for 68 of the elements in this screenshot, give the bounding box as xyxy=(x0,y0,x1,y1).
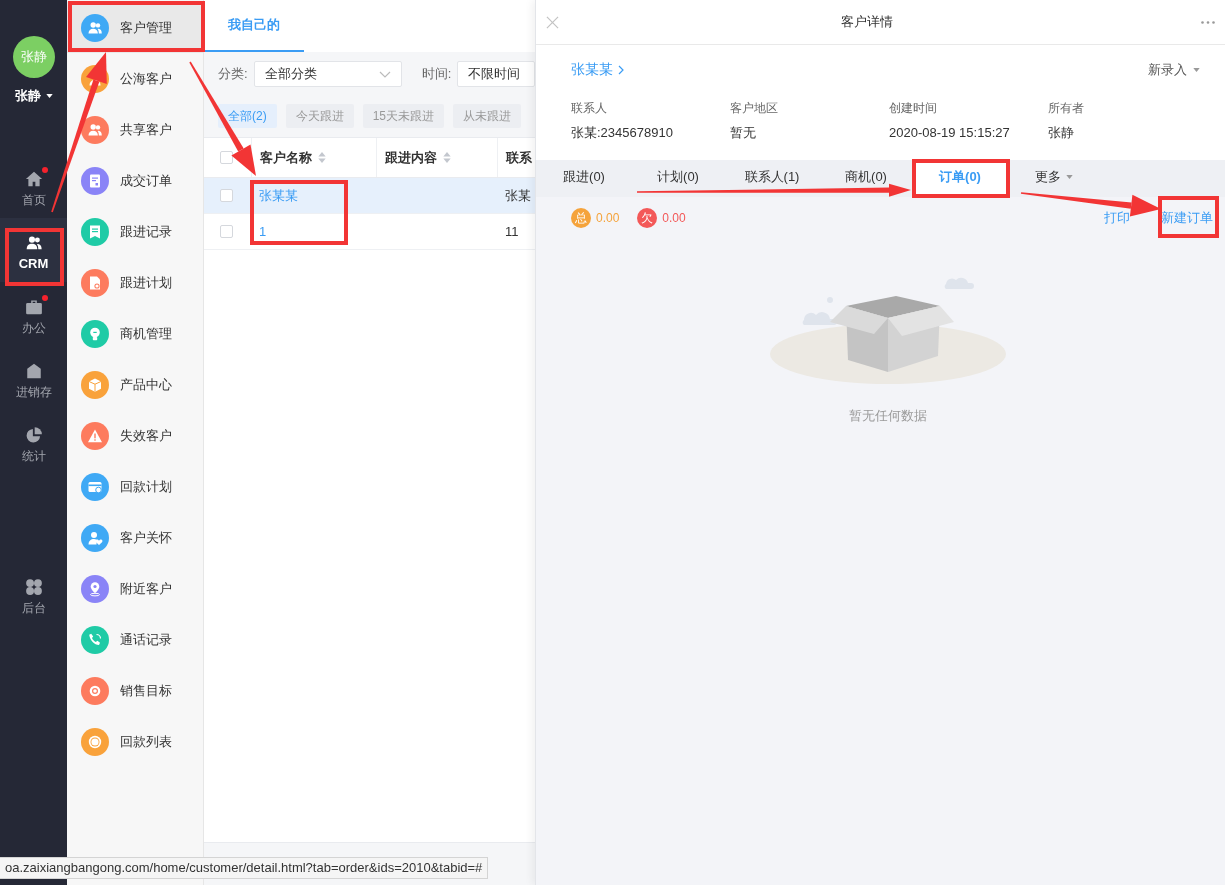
home-icon xyxy=(24,170,43,188)
submenu-item[interactable]: 回款计划 xyxy=(67,461,203,512)
field-label: 客户地区 xyxy=(730,100,778,116)
submenu-item[interactable]: 回款列表 xyxy=(67,716,203,767)
nav-item[interactable]: 首页 xyxy=(0,154,67,218)
close-icon[interactable] xyxy=(546,15,559,29)
more-icon[interactable] xyxy=(1201,20,1215,24)
building-icon xyxy=(24,362,43,380)
checkbox[interactable] xyxy=(220,151,233,164)
caret-icon xyxy=(1193,68,1200,72)
detail-tab[interactable]: 联系人(1) xyxy=(725,160,819,197)
chevron-down-icon xyxy=(378,70,391,78)
field-label: 所有者 xyxy=(1048,100,1084,116)
submenu-item[interactable]: 失效客户 xyxy=(67,410,203,461)
field-value: 暂无 xyxy=(730,125,756,141)
field-label: 创建时间 xyxy=(889,100,937,116)
summary-amount: 0.00 xyxy=(596,211,620,225)
panel-title: 客户详情 xyxy=(841,13,893,31)
submenu-item[interactable]: 产品中心 xyxy=(67,359,203,410)
detail-tab[interactable]: 跟进(0) xyxy=(537,160,631,197)
filter-select[interactable]: 全部分类 xyxy=(253,61,402,87)
table-row[interactable]: 张某某 张某 xyxy=(204,178,535,214)
filter-select[interactable]: 不限时间 xyxy=(457,61,535,87)
summary-amount: 0.00 xyxy=(662,211,686,225)
table-cell: 11 xyxy=(505,224,519,239)
detail-tab[interactable]: 更多 xyxy=(1007,160,1101,197)
people-icon xyxy=(24,234,43,252)
nav-item[interactable]: 进销存 xyxy=(0,346,67,410)
empty-message: 暂无任何数据 xyxy=(848,408,927,424)
submenu-item[interactable]: 附近客户 xyxy=(67,563,203,614)
new-entry-dropdown[interactable]: 新录入 xyxy=(1148,61,1200,79)
sort-icon xyxy=(443,152,451,163)
checkbox[interactable] xyxy=(220,189,233,202)
submenu-item[interactable]: 销售目标 xyxy=(67,665,203,716)
field-label: 联系人 xyxy=(571,100,607,116)
field-value: 2020-08-19 15:15:27 xyxy=(889,125,1010,141)
table-cell: 张某 xyxy=(505,186,531,205)
column-header[interactable]: 跟进内容 xyxy=(376,138,497,177)
link-status-bar: oa.zaixiangbangong.com/home/customer/detail.html?tab=order&ids=2010&tabid=# xyxy=(0,857,489,879)
pie-chart-icon xyxy=(24,426,43,444)
submenu-item[interactable]: 成交订单 xyxy=(67,155,203,206)
nav-item[interactable]: 统计 xyxy=(0,410,67,474)
submenu-item[interactable]: 客户关怀 xyxy=(67,512,203,563)
highlight-frame xyxy=(1158,196,1219,238)
submenu-item[interactable]: 跟进记录 xyxy=(67,206,203,257)
briefcase-icon xyxy=(24,298,43,316)
nav-item[interactable]: 办公 xyxy=(0,282,67,346)
submenu-item[interactable]: 通话记录 xyxy=(67,614,203,665)
user-menu-button[interactable]: 张静 xyxy=(14,88,53,104)
filter-label: 时间: xyxy=(421,65,452,83)
submenu-item[interactable]: 商机管理 xyxy=(67,308,203,359)
caret-icon xyxy=(45,94,53,98)
summary-tag: 总 xyxy=(571,208,591,228)
nav-item[interactable]: 后台 xyxy=(0,562,67,626)
detail-tab[interactable]: 商机(0) xyxy=(819,160,913,197)
summary-tag: 欠 xyxy=(637,208,658,228)
checkbox[interactable] xyxy=(220,225,233,238)
field-value: 张静 xyxy=(1048,125,1074,141)
detail-tab[interactable]: 计划(0) xyxy=(631,160,725,197)
grid-icon xyxy=(24,578,43,596)
chevron-right-icon xyxy=(618,65,624,75)
filter-label: 分类: xyxy=(218,65,248,83)
caret-icon xyxy=(1066,174,1073,179)
submenu-item[interactable]: 跟进计划 xyxy=(67,257,203,308)
table-row[interactable]: 1 11 xyxy=(204,214,535,250)
sort-icon xyxy=(318,152,326,163)
field-value: 张某:2345678910 xyxy=(571,125,673,141)
highlight-frame xyxy=(5,228,64,286)
